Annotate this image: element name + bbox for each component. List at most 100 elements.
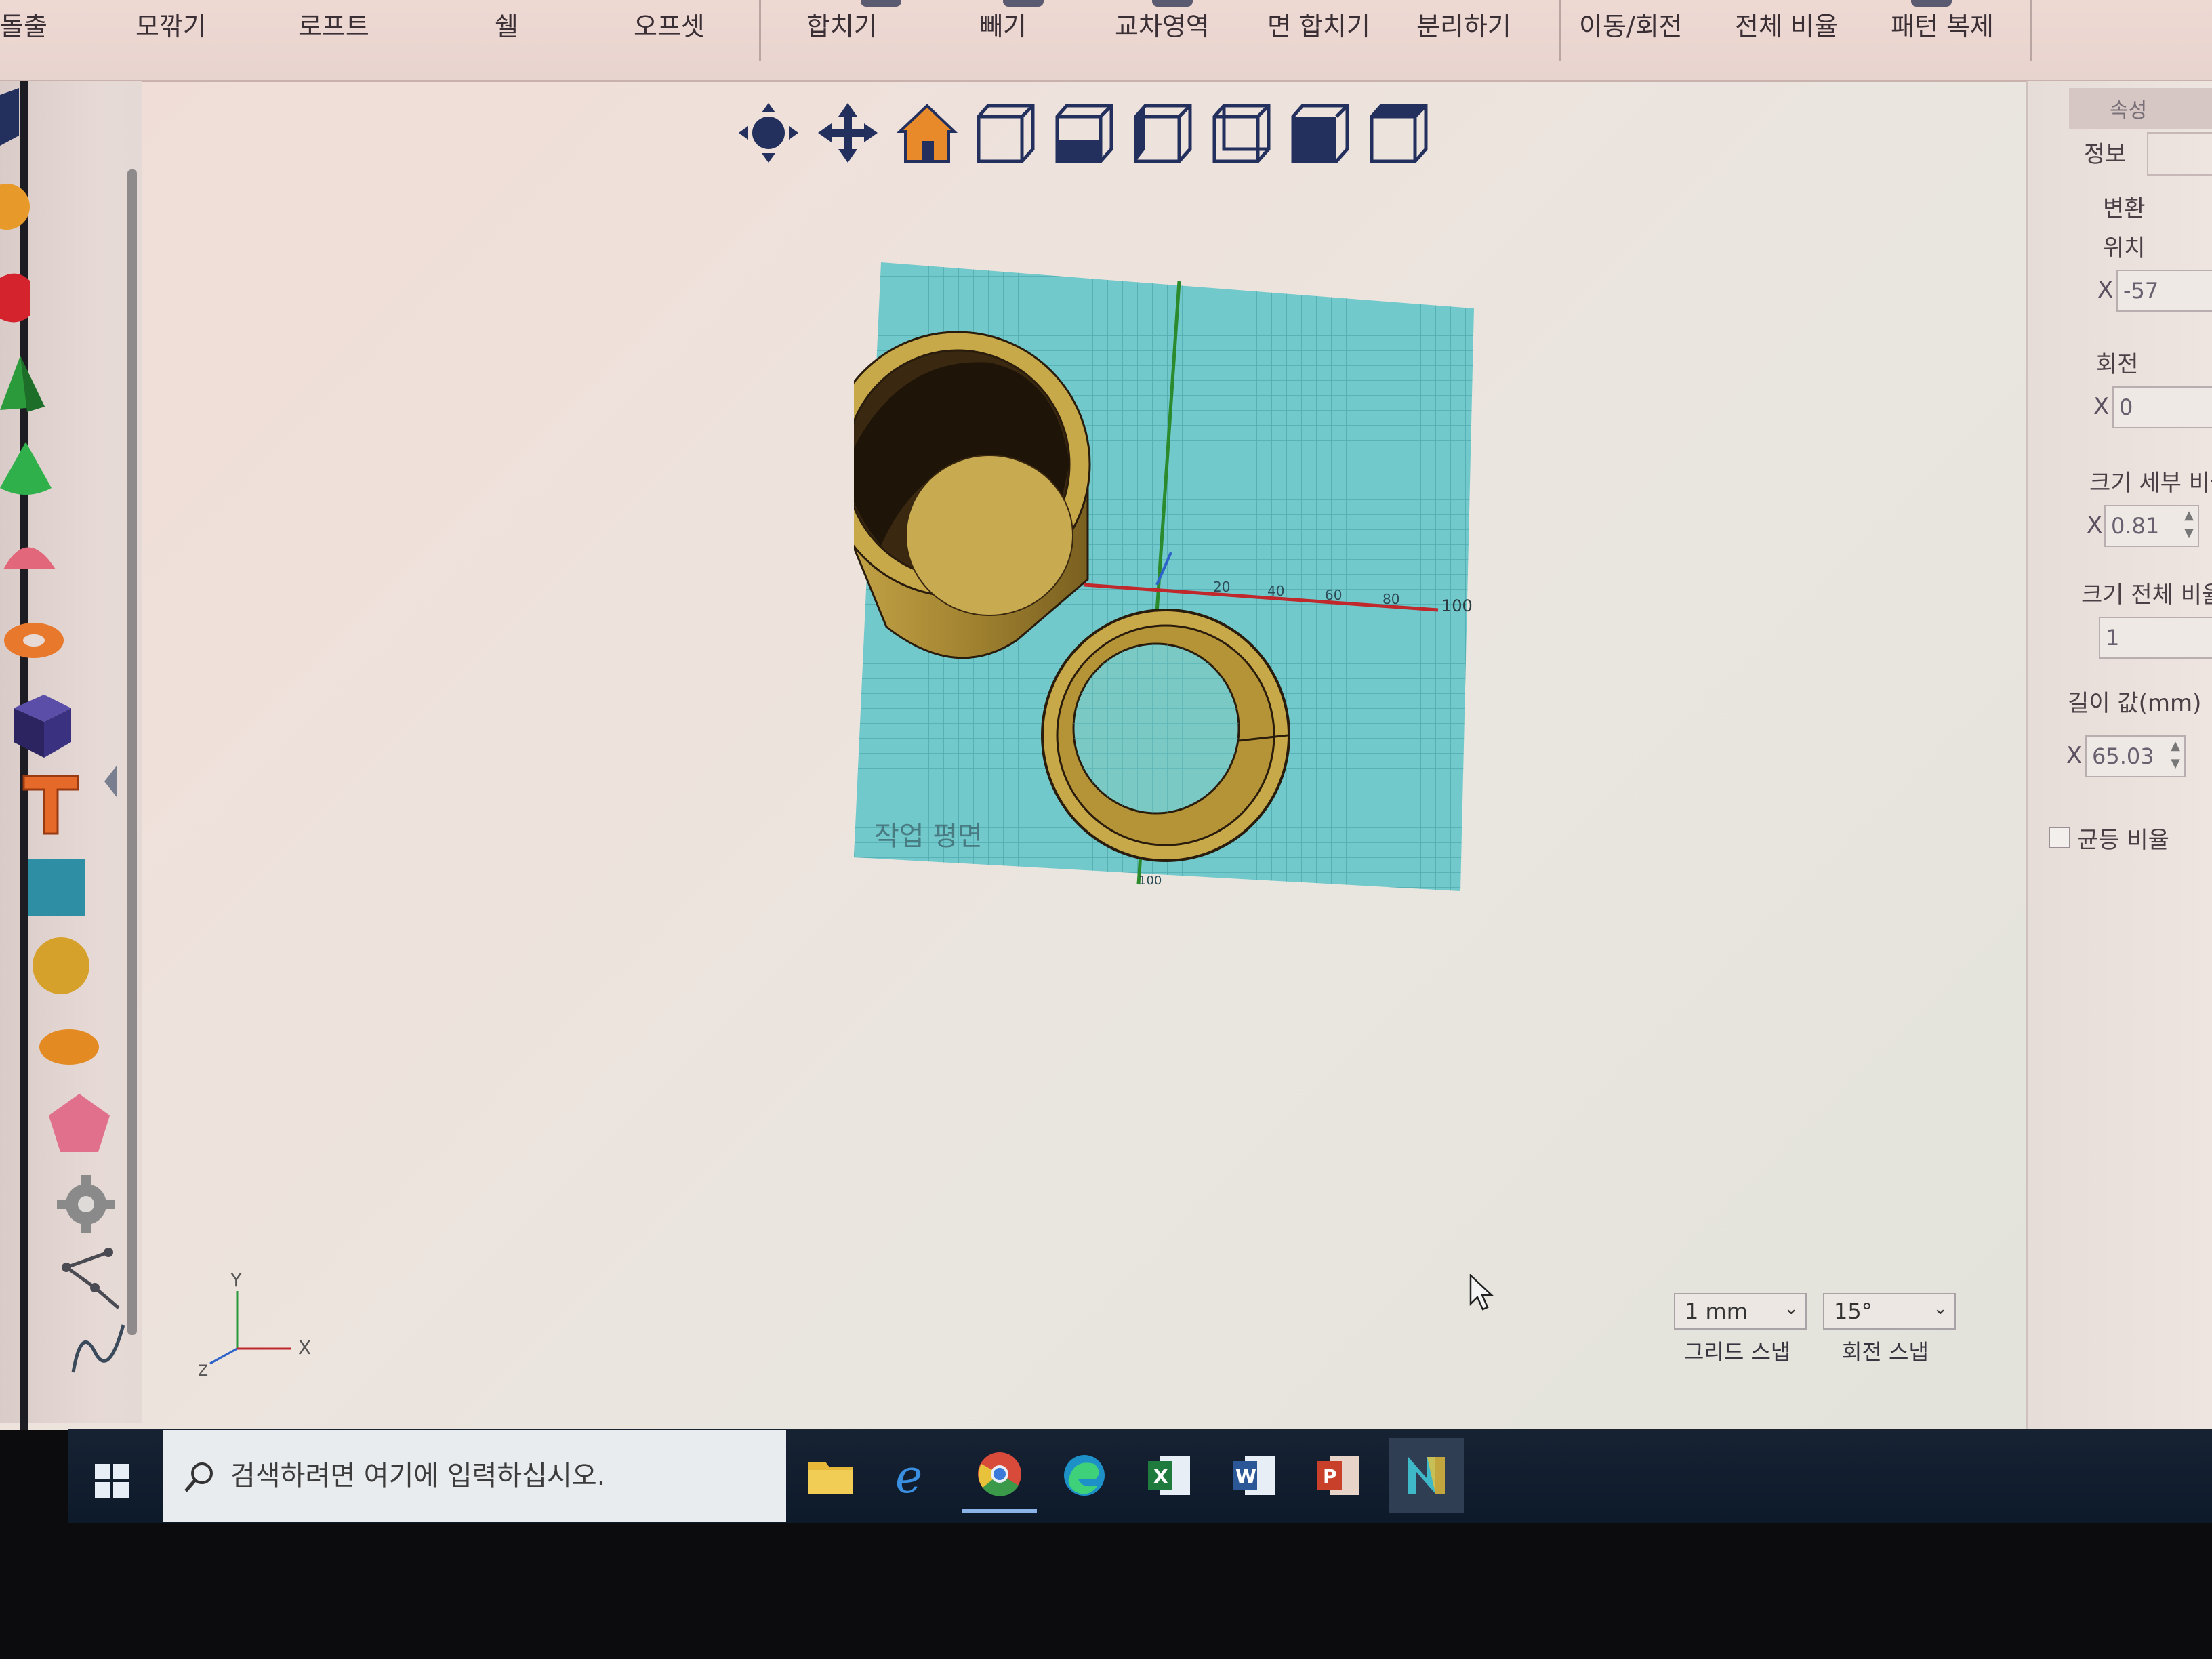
collapse-arrow-icon[interactable]	[103, 764, 119, 798]
grid-snap-label: 그리드 스냅	[1684, 1339, 1791, 1365]
uniform-scale-label: 균등 비율	[2077, 827, 2169, 854]
orbit-icon[interactable]	[737, 102, 800, 164]
transform-label: 변환	[2103, 195, 2146, 222]
toolbar-separator	[1559, 0, 1561, 61]
search-icon	[184, 1462, 213, 1492]
menu-union[interactable]: 합치기	[806, 5, 878, 43]
folder-icon	[808, 1462, 853, 1494]
gear-icon[interactable]	[54, 1172, 119, 1237]
torus-shape-icon[interactable]	[0, 613, 68, 668]
chevron-down-icon: ⌄	[1784, 1298, 1799, 1319]
menu-loft[interactable]: 로프트	[298, 5, 369, 43]
axis-indicator: Y X Z	[198, 1269, 311, 1380]
rotation-x-axis: X	[2093, 393, 2110, 420]
hemisphere-shape-icon[interactable]	[0, 532, 61, 579]
cone-shape-icon[interactable]	[0, 441, 54, 501]
grid-snap-select[interactable]: 1 mm ⌄	[1674, 1293, 1807, 1330]
hollow-cylinder-part[interactable]	[854, 331, 1091, 659]
excel-icon: X	[1148, 1456, 1190, 1495]
taskbar-search-box[interactable]: 검색하려면 여기에 입력하십시오.	[163, 1430, 786, 1522]
taskbar-3d-modeler[interactable]	[1389, 1438, 1464, 1513]
taskbar-file-explorer[interactable]	[793, 1438, 867, 1513]
pentagon-shape-icon[interactable]	[47, 1091, 112, 1155]
box-shape-icon[interactable]	[27, 857, 88, 918]
length-x-stepper[interactable]: ▲ ▼	[2168, 737, 2183, 775]
tab-info[interactable]: 정보	[2084, 136, 2127, 169]
internet-explorer-icon: e	[895, 1452, 922, 1499]
front-view-icon[interactable]	[975, 102, 1037, 164]
pyramid-shape-icon[interactable]	[0, 352, 47, 413]
menu-merge-faces[interactable]: 면 합치기	[1267, 5, 1370, 43]
menu-pattern[interactable]: 패턴 복제	[1891, 5, 1994, 43]
x-tick-100: 100	[1441, 596, 1473, 615]
right-view-icon[interactable]	[1210, 102, 1273, 164]
menu-offset[interactable]: 오프셋	[634, 5, 705, 43]
mouse-cursor-icon	[1469, 1274, 1494, 1311]
position-x-axis: X	[2097, 276, 2114, 304]
x-tick-40: 40	[1267, 583, 1284, 599]
chevron-down-icon: ⌄	[1933, 1298, 1948, 1319]
menu-shell[interactable]: 쉘	[495, 5, 518, 43]
length-label: 길이 값(mm)	[2068, 690, 2202, 717]
chrome-icon	[978, 1452, 1021, 1496]
scale-x-stepper[interactable]: ▲ ▼	[2182, 507, 2196, 545]
scale-x-axis: X	[2087, 512, 2103, 539]
cylinder-shape-icon[interactable]	[0, 268, 41, 329]
position-label: 위치	[2103, 234, 2146, 262]
polyhedron-shape-icon[interactable]	[7, 691, 75, 759]
back-view-icon[interactable]	[1289, 102, 1351, 164]
windows-start-icon[interactable]	[95, 1464, 129, 1498]
axis-x-label: X	[298, 1336, 311, 1359]
sphere-shape-icon[interactable]	[0, 180, 34, 234]
cube-shape-icon[interactable]	[0, 88, 27, 149]
ring-part[interactable]	[1041, 609, 1290, 862]
polyline-icon[interactable]	[61, 1247, 125, 1311]
properties-title: 속성	[2110, 99, 2148, 123]
x-tick-20: 20	[1213, 579, 1230, 595]
circle-shape-icon[interactable]	[30, 935, 91, 996]
rotation-snap-select[interactable]: 15° ⌄	[1823, 1293, 1956, 1330]
text-shape-icon[interactable]	[20, 773, 81, 837]
viewport-3d[interactable]: 20 40 60 80 100 40 60 80 100 작업 평면	[854, 261, 1477, 898]
x-tick-80: 80	[1382, 591, 1399, 607]
pan-icon[interactable]	[817, 102, 879, 164]
menu-intersect[interactable]: 교차영역	[1115, 5, 1210, 43]
top-view-icon[interactable]	[1053, 102, 1115, 164]
scale-x-value: 0.81	[2111, 513, 2160, 539]
properties-header: 속성	[2069, 88, 2212, 129]
home-view-icon[interactable]	[896, 102, 958, 164]
menu-fillet[interactable]: 모깎기	[136, 5, 207, 43]
menu-move-rotate[interactable]: 이동/회전	[1579, 5, 1683, 43]
search-placeholder: 검색하려면 여기에 입력하십시오.	[230, 1460, 606, 1492]
position-x-value: -57	[2123, 278, 2159, 304]
modeler-window: 돌출 모깎기 로프트 쉘 오프셋 합치기 빼기 교차영역 면 합치기 분리하기 …	[0, 0, 2212, 1430]
toolbar-separator	[2030, 0, 2032, 61]
taskbar-internet-explorer[interactable]: e	[878, 1438, 952, 1513]
edge-icon	[1064, 1455, 1105, 1496]
menu-split[interactable]: 분리하기	[1416, 5, 1511, 43]
menu-scale-all[interactable]: 전체 비율	[1735, 5, 1838, 43]
bottom-view-icon[interactable]	[1368, 102, 1430, 164]
taskbar-word[interactable]: W	[1216, 1438, 1291, 1513]
curve-icon[interactable]	[68, 1318, 129, 1379]
rotation-snap-value: 15°	[1834, 1298, 1872, 1324]
rotation-x-field[interactable]: 0	[2112, 386, 2212, 428]
menu-extrude[interactable]: 돌출	[0, 5, 47, 43]
position-x-field[interactable]: -57	[2116, 270, 2212, 312]
shape-toolbar-scrollbar[interactable]	[127, 169, 137, 1335]
taskbar-edge[interactable]	[1047, 1438, 1122, 1513]
scale-total-label: 크기 전체 비율	[2081, 581, 2212, 609]
taskbar-chrome[interactable]	[962, 1438, 1037, 1513]
axis-z-label: Z	[198, 1363, 208, 1380]
modeler-app-icon	[1408, 1457, 1445, 1494]
rotation-label: 회전	[2096, 351, 2139, 378]
svg-text:e: e	[895, 1452, 922, 1499]
ellipse-shape-icon[interactable]	[37, 1027, 102, 1067]
taskbar-powerpoint[interactable]: P	[1301, 1438, 1376, 1513]
menu-subtract[interactable]: 빼기	[979, 5, 1027, 43]
uniform-scale-checkbox[interactable]	[2049, 827, 2070, 848]
left-view-icon[interactable]	[1132, 102, 1194, 164]
length-x-value: 65.03	[2092, 743, 2154, 769]
scale-total-field[interactable]: 1	[2099, 617, 2212, 659]
taskbar-excel[interactable]: X	[1132, 1438, 1206, 1513]
